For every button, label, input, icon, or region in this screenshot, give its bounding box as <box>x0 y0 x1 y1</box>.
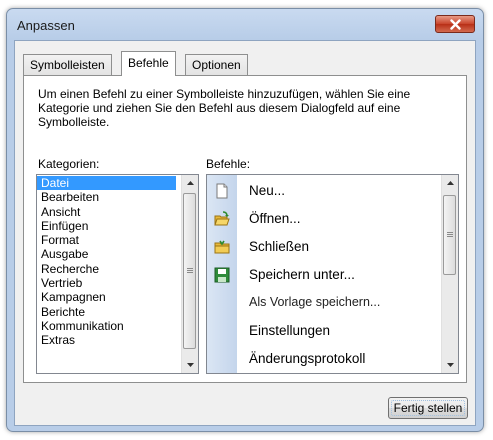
grip-line <box>187 268 193 269</box>
command-label: Änderungsprotokoll <box>249 351 366 366</box>
command-label: Neu... <box>249 183 286 198</box>
command-label: Als Vorlage speichern... <box>249 295 381 309</box>
category-item[interactable]: Ausgabe <box>37 247 198 261</box>
customize-dialog: Anpassen Symbolleisten Befehle Optionen … <box>6 8 484 432</box>
category-item[interactable]: Extras <box>37 333 198 347</box>
command-item-new[interactable]: Neu... <box>207 177 439 205</box>
command-item-changelog[interactable]: Änderungsprotokoll <box>207 345 447 373</box>
command-label: Speichern unter... <box>249 267 355 282</box>
tab-optionen[interactable]: Optionen <box>185 54 248 75</box>
category-item[interactable]: Bearbeiten <box>37 190 198 204</box>
dialog-title: Anpassen <box>17 18 75 33</box>
grip-line <box>447 234 453 235</box>
category-item[interactable]: Ansicht <box>37 205 198 219</box>
scroll-down-button[interactable] <box>442 357 458 373</box>
command-item-save-template[interactable]: Als Vorlage speichern... <box>207 289 439 317</box>
category-item[interactable]: Kampagnen <box>37 290 198 304</box>
arrow-down-icon <box>446 363 454 367</box>
categories-scrollbar[interactable] <box>181 175 198 373</box>
command-item-close[interactable]: Schließen <box>207 233 439 261</box>
command-label: Einstellungen <box>249 323 331 338</box>
categories-label: Kategorien: <box>38 157 100 171</box>
command-item-save-as[interactable]: Speichern unter... <box>207 261 439 289</box>
dialog-client-area: Symbolleisten Befehle Optionen Um einen … <box>14 40 476 426</box>
close-icon <box>450 19 461 30</box>
arrow-up-icon <box>186 181 194 185</box>
category-item[interactable]: Format <box>37 233 198 247</box>
title-bar[interactable]: Anpassen <box>7 9 483 41</box>
categories-list[interactable]: Datei Bearbeiten Ansicht Einfügen Format… <box>36 174 199 374</box>
tab-befehle[interactable]: Befehle <box>121 51 176 76</box>
focus-ring <box>391 400 465 416</box>
command-label: Öffnen... <box>249 211 301 226</box>
scroll-up-button[interactable] <box>182 175 198 191</box>
command-item-settings[interactable]: Einstellungen <box>207 317 447 345</box>
command-label: Schließen <box>249 239 310 254</box>
category-item[interactable]: Einfügen <box>37 219 198 233</box>
finish-button[interactable]: Fertig stellen <box>388 397 468 419</box>
category-item[interactable]: Datei <box>37 176 176 191</box>
scroll-up-button[interactable] <box>442 175 458 191</box>
close-folder-icon <box>214 240 230 254</box>
commands-scrollbar[interactable] <box>441 175 458 373</box>
category-item[interactable]: Recherche <box>37 262 198 276</box>
instructions-text: Um einen Befehl zu einer Symbolleiste hi… <box>38 87 411 129</box>
scroll-thumb[interactable] <box>183 193 196 349</box>
category-item[interactable]: Kommunikation <box>37 319 198 333</box>
arrow-up-icon <box>446 181 454 185</box>
commands-label: Befehle: <box>206 157 251 171</box>
grip-line <box>447 232 453 233</box>
scroll-thumb[interactable] <box>443 195 456 275</box>
category-item[interactable]: Vertrieb <box>37 276 198 290</box>
save-icon <box>214 267 230 283</box>
new-document-icon <box>216 183 228 199</box>
open-folder-icon <box>214 211 230 226</box>
commands-list[interactable]: Neu... Öffnen... Schließen Speichern unt… <box>206 174 459 374</box>
grip-line <box>447 236 453 237</box>
tab-symbolleisten[interactable]: Symbolleisten <box>23 54 112 75</box>
scroll-down-button[interactable] <box>182 357 198 373</box>
befehle-panel: Um einen Befehl zu einer Symbolleiste hi… <box>23 75 467 383</box>
arrow-down-icon <box>186 363 194 367</box>
command-item-open[interactable]: Öffnen... <box>207 205 439 233</box>
close-button[interactable] <box>435 15 475 33</box>
category-item[interactable]: Berichte <box>37 305 198 319</box>
grip-line <box>187 272 193 273</box>
grip-line <box>187 270 193 271</box>
